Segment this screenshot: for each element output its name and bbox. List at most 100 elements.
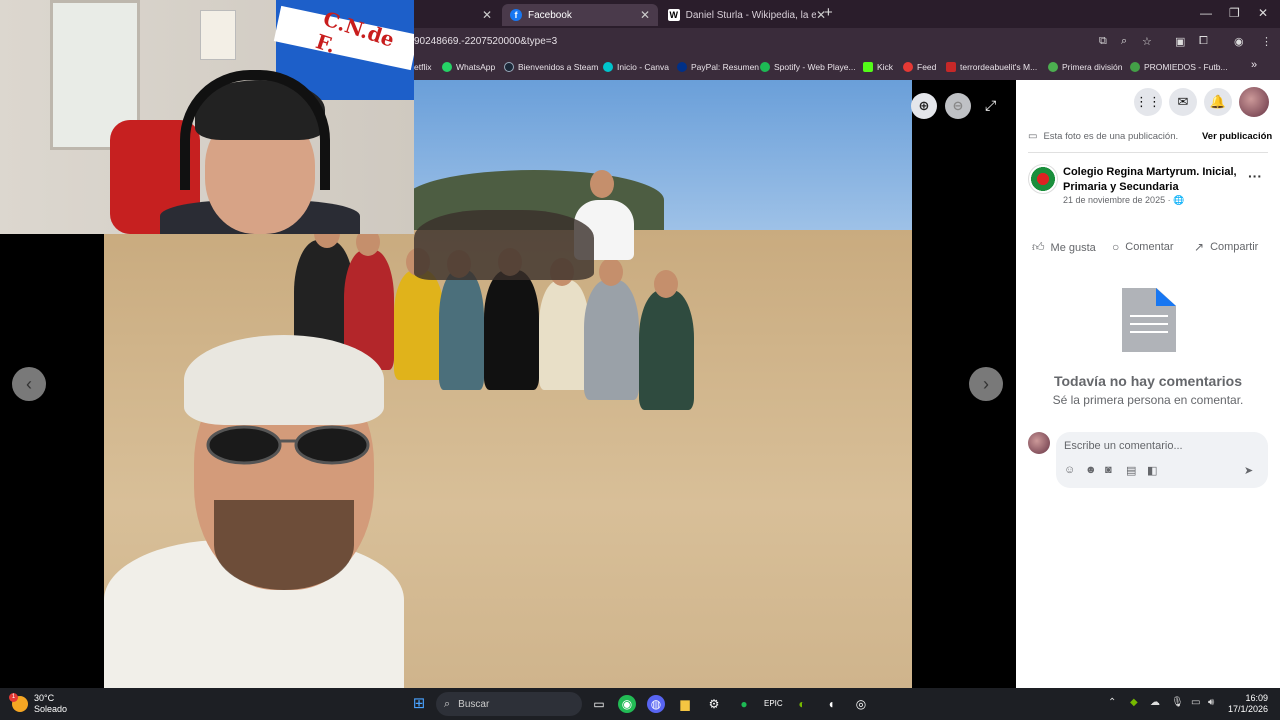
volume-icon[interactable]: 🔊︎ — [1208, 697, 1214, 708]
show-hidden-icons[interactable]: ⌃ — [1108, 697, 1116, 708]
taskbar-search[interactable]: ⌕ Buscar — [436, 692, 582, 716]
tab-wikipedia[interactable]: W Daniel Sturla - Wikipedia, la enc ✕ — [660, 4, 834, 26]
view-publication-link[interactable]: Ver publicación — [1202, 131, 1272, 142]
notifications-bell-icon[interactable]: 🔔 — [1204, 88, 1232, 116]
nvidia-icon[interactable]: ◐ — [793, 695, 811, 713]
tab-previous[interactable]: ✕ — [414, 4, 500, 26]
avatar-sticker-icon[interactable]: ☺ — [1064, 464, 1075, 476]
bookmark-promiedos[interactable]: PROMIEDOS - Futb... — [1130, 62, 1228, 72]
bookmark-canva[interactable]: Inicio - Canva — [603, 62, 669, 72]
send-icon[interactable]: ➤ — [1244, 464, 1253, 477]
comment-input[interactable] — [1064, 438, 1260, 454]
chrome-icon[interactable]: ◉ — [618, 695, 636, 713]
weather-widget[interactable]: 1 30°C Soleado — [9, 693, 68, 715]
tab-label: Daniel Sturla - Wikipedia, la enc — [685, 9, 816, 21]
steam-icon — [504, 62, 514, 72]
install-app-icon[interactable]: ⧉ — [1099, 35, 1107, 48]
weather-condition: Soleado — [34, 704, 68, 714]
wikipedia-icon: W — [668, 9, 680, 21]
epic-games-icon[interactable]: EPIC — [764, 695, 783, 713]
close-tab-icon[interactable]: ✕ — [640, 8, 650, 22]
page-name-link[interactable]: Colegio Regina Martyrum. Inicial, Primar… — [1063, 165, 1243, 195]
gif-icon[interactable]: ▤ — [1126, 464, 1136, 477]
zoom-icon[interactable]: ⌕ — [1121, 35, 1127, 48]
close-tab-icon[interactable]: ✕ — [482, 8, 492, 22]
tab-facebook[interactable]: f Facebook ✕ — [502, 4, 658, 26]
spotify-icon[interactable]: ● — [735, 695, 753, 713]
sticker-icon[interactable]: ◧ — [1147, 464, 1157, 477]
bookmark-netflix[interactable]: etflix — [414, 62, 431, 72]
kick-icon — [863, 62, 873, 72]
no-comments-subtitle: Sé la primera persona en comentar. — [1052, 393, 1244, 407]
bookmark-feed[interactable]: Feed — [903, 62, 936, 72]
bookmark-spotify[interactable]: Spotify - Web Playe... — [760, 62, 856, 72]
avatar[interactable] — [1239, 87, 1269, 117]
bookmark-star-icon[interactable]: ☆ — [1142, 35, 1152, 48]
empty-comments-document-icon — [1122, 288, 1176, 352]
previous-photo-button[interactable]: ‹ — [12, 367, 46, 401]
emoji-icon[interactable]: ☻ — [1085, 464, 1097, 476]
tab-label: Facebook — [528, 9, 572, 21]
close-window-icon[interactable]: ✕ — [1258, 6, 1268, 20]
facebook-top-icons: ⋮⋮ ✉ 🔔 — [1016, 80, 1280, 124]
fullscreen-icon[interactable]: ⤢ — [985, 97, 996, 114]
taskbar: 1 30°C Soleado ⊞ ⌕ Buscar ▭ ◉ ◍ ▆ ⚙ ● EP… — [0, 688, 1280, 720]
webcam-overlay: C.N.de F. — [0, 0, 414, 234]
app-icon[interactable]: ◖ — [822, 695, 840, 713]
zoom-out-icon[interactable]: ⊖ — [945, 93, 971, 119]
thumbs-up-icon: 👍︎ — [1032, 240, 1045, 254]
minimize-icon[interactable]: — — [1200, 6, 1212, 20]
restore-icon[interactable]: ❐ — [1229, 6, 1240, 20]
post-date[interactable]: 21 de noviembre de 2025 · 🌐 — [1063, 195, 1184, 206]
file-explorer-icon[interactable]: ▆ — [676, 695, 694, 713]
avatar — [1028, 432, 1050, 454]
zoom-in-icon[interactable]: ⊕ — [911, 93, 937, 119]
os-icon — [946, 62, 956, 72]
comment-bubble-icon: ○ — [1112, 240, 1120, 254]
post-actions: 👍︎ Me gusta ○ Comentar ↗ Compartir — [1016, 238, 1280, 258]
page-avatar[interactable] — [1028, 164, 1058, 194]
obs-icon[interactable]: ◎ — [852, 695, 870, 713]
paypal-icon — [677, 62, 687, 72]
messenger-icon[interactable]: ✉ — [1169, 88, 1197, 116]
bookmark-primera-division[interactable]: Primera división — [1048, 62, 1122, 72]
task-view-icon[interactable]: ▭ — [590, 695, 608, 713]
onedrive-icon[interactable]: ☁ — [1150, 697, 1160, 708]
like-button[interactable]: 👍︎ Me gusta — [1032, 240, 1096, 255]
bookmark-kick[interactable]: Kick — [863, 62, 893, 72]
url-field[interactable]: 90248669.-2207520000&type=3 — [414, 36, 557, 47]
discord-icon[interactable]: ◍ — [647, 695, 665, 713]
bookmark-terrordeabuelit[interactable]: terrordeabuelit's M... — [946, 62, 1037, 72]
more-options-icon[interactable]: ··· — [1248, 168, 1262, 184]
steam-icon[interactable]: ⚙ — [705, 695, 723, 713]
headphones — [180, 70, 330, 190]
sun-icon: 1 — [9, 693, 28, 712]
bookmark-whatsapp[interactable]: WhatsApp — [442, 62, 495, 72]
extension-icon[interactable]: ▣ — [1175, 35, 1185, 48]
search-icon: ⌕ — [444, 697, 451, 710]
clock[interactable]: 16:09 17/1/2026 — [1222, 693, 1268, 715]
windows-start-icon[interactable]: ⊞ — [410, 695, 428, 713]
camera-icon[interactable]: ◙ — [1105, 464, 1112, 476]
bookmark-steam[interactable]: Bienvenidos a Steam — [504, 62, 598, 72]
profile-icon[interactable]: ◉ — [1234, 35, 1244, 48]
soccer-icon — [1048, 62, 1058, 72]
share-button[interactable]: ↗ Compartir — [1194, 240, 1258, 254]
comment-composer: ☺ ☻ ◙ ▤ ◧ ➤ — [1056, 432, 1268, 488]
new-tab-button[interactable]: + — [824, 4, 833, 21]
feed-icon — [903, 62, 913, 72]
facebook-side-panel: ⋮⋮ ✉ 🔔 ▭ Esta foto es de una publicación… — [1016, 80, 1280, 688]
network-icon[interactable]: ▭ — [1191, 697, 1200, 708]
comment-button[interactable]: ○ Comentar — [1112, 240, 1174, 254]
puzzle-icon[interactable]: ⧠ — [1199, 35, 1208, 48]
bookmark-paypal[interactable]: PayPal: Resumen — [677, 62, 759, 72]
more-bookmarks-button[interactable]: » — [1251, 59, 1257, 71]
globe-icon: 🌐 — [1173, 195, 1185, 205]
share-icon: ↗ — [1194, 240, 1205, 254]
screen: { "browser": { "tabs": [ {"label": "", "… — [0, 0, 1280, 720]
nvidia-tray-icon[interactable]: ◆ — [1130, 697, 1138, 708]
microphone-icon[interactable]: 🎙︎ — [1171, 697, 1184, 708]
next-photo-button[interactable]: › — [969, 367, 1003, 401]
menu-icon[interactable]: ⋮ — [1261, 35, 1272, 48]
menu-grid-icon[interactable]: ⋮⋮ — [1134, 88, 1162, 116]
